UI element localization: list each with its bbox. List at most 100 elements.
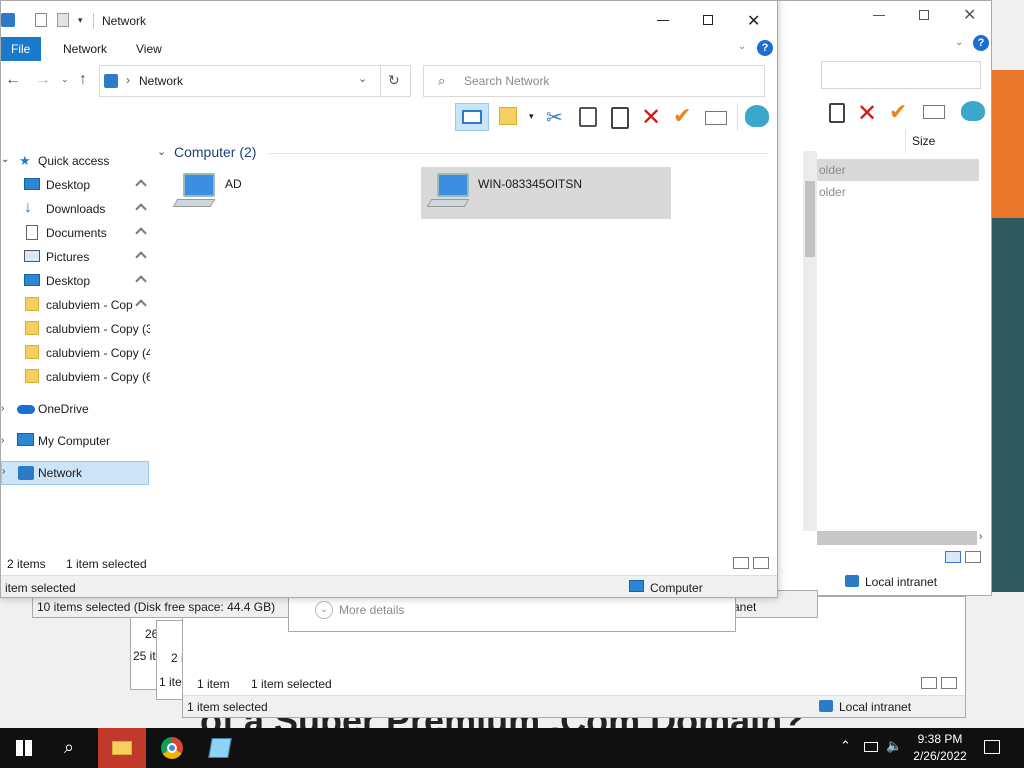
- computer-tile-win[interactable]: WIN-083345OITSN: [421, 167, 671, 219]
- new-item-dropdown-icon[interactable]: ▾: [529, 111, 534, 122]
- nav-item-desktop[interactable]: Desktop: [1, 173, 149, 197]
- details-view-icon[interactable]: [945, 551, 961, 563]
- computer-name: WIN-083345OITSN: [478, 177, 583, 191]
- breadcrumb-network[interactable]: Network: [139, 74, 183, 88]
- help-icon[interactable]: ?: [757, 40, 773, 56]
- list-row[interactable]: older: [817, 159, 979, 181]
- ribbon-tab-view[interactable]: View: [136, 42, 162, 56]
- delete-icon[interactable]: ✕: [641, 103, 661, 132]
- help-icon[interactable]: ?: [973, 35, 989, 51]
- computer-tile-ad[interactable]: AD: [171, 167, 411, 219]
- search-box[interactable]: [821, 61, 981, 89]
- new-item-icon[interactable]: [499, 107, 517, 125]
- up-arrow-icon[interactable]: ↑: [79, 71, 87, 89]
- nav-onedrive[interactable]: OneDrive: [38, 402, 89, 416]
- nav-quick-access[interactable]: Quick access: [38, 154, 109, 168]
- title-bar[interactable]: ▾ Network ✕: [1, 1, 777, 39]
- scrollbar-horizontal[interactable]: [817, 531, 977, 545]
- view-toggle[interactable]: [733, 557, 769, 569]
- volume-icon[interactable]: 🔈: [886, 738, 902, 754]
- ribbon-expand-icon[interactable]: ⌄: [738, 41, 746, 52]
- preview-pane-button[interactable]: [455, 103, 489, 131]
- close-icon[interactable]: ✕: [747, 11, 760, 31]
- search-box[interactable]: ⌕ Search Network: [423, 65, 765, 97]
- cut-icon[interactable]: ✂: [546, 105, 563, 130]
- details-view-icon[interactable]: [733, 557, 749, 569]
- file-explorer-taskbar-button[interactable]: [98, 728, 146, 768]
- rename-icon[interactable]: [705, 111, 727, 125]
- rename-icon[interactable]: [923, 105, 945, 119]
- details-view-icon[interactable]: [921, 677, 937, 689]
- paste-icon[interactable]: [611, 107, 629, 129]
- expand-chevron-icon[interactable]: ⌄: [1, 154, 9, 165]
- nav-item-desktop-2[interactable]: Desktop: [1, 269, 149, 293]
- more-details-panel[interactable]: ⌄ More details: [288, 596, 736, 632]
- network-tray-icon[interactable]: [864, 742, 878, 752]
- view-toggle[interactable]: [945, 551, 981, 563]
- address-dropdown-icon[interactable]: ⌄: [358, 72, 367, 85]
- expand-chevron-icon[interactable]: ›: [2, 466, 5, 477]
- forward-arrow-icon[interactable]: →: [35, 71, 51, 89]
- start-button[interactable]: [0, 728, 48, 768]
- nav-item-folder[interactable]: calubviem - Copy (4: [1, 341, 150, 365]
- nav-item-folder[interactable]: calubviem - Copy (3: [1, 317, 150, 341]
- maximize-button[interactable]: [703, 15, 713, 25]
- large-icons-view-icon[interactable]: [941, 677, 957, 689]
- back-arrow-icon[interactable]: ←: [5, 71, 21, 89]
- checkmark-icon[interactable]: ✔: [673, 103, 691, 129]
- network-explorer-window[interactable]: ▾ Network ✕ File Network View ⌄ ? ← → ⌄ …: [0, 0, 778, 598]
- chevron-down-icon[interactable]: ⌄: [955, 37, 963, 48]
- delete-icon[interactable]: ✕: [857, 99, 877, 128]
- large-icons-view-icon[interactable]: [753, 557, 769, 569]
- properties-icon[interactable]: [35, 13, 47, 27]
- scrollbar-vertical[interactable]: [803, 151, 817, 531]
- app-taskbar-button[interactable]: [196, 728, 244, 768]
- chrome-center: [167, 743, 177, 753]
- right-explorer-window[interactable]: ✕ ⌄ ? ✕ ✔ Size older older › Local intra…: [776, 0, 992, 596]
- folder-icon: [25, 321, 39, 335]
- expand-chevron-icon[interactable]: ›: [1, 403, 4, 414]
- expand-chevron-icon[interactable]: ›: [1, 435, 4, 446]
- scroll-right-arrow[interactable]: ›: [979, 531, 982, 542]
- column-header-size[interactable]: Size: [905, 129, 977, 153]
- notifications-icon[interactable]: [984, 740, 1000, 754]
- scrollbar-thumb[interactable]: [805, 181, 815, 257]
- nav-item-network[interactable]: › Network: [1, 461, 149, 485]
- group-header[interactable]: Computer (2): [174, 144, 256, 160]
- nav-item-pictures[interactable]: Pictures: [1, 245, 149, 269]
- more-details-label[interactable]: More details: [339, 603, 404, 617]
- group-collapse-icon[interactable]: ⌄: [157, 145, 166, 158]
- row-label: older: [819, 185, 846, 199]
- view-toggle[interactable]: [921, 677, 957, 689]
- shell-icon[interactable]: [745, 105, 769, 127]
- copy-icon[interactable]: [579, 107, 597, 127]
- checkmark-icon[interactable]: ✔: [889, 99, 907, 125]
- nav-item-folder[interactable]: calubviem - Copy (6: [1, 365, 150, 389]
- minimize-button[interactable]: [657, 20, 669, 21]
- status-left-text: 1 item selected: [187, 700, 268, 714]
- ribbon-tab-network[interactable]: Network: [63, 42, 107, 56]
- chrome-taskbar-button[interactable]: [148, 728, 196, 768]
- minimize-button[interactable]: [873, 15, 885, 16]
- maximize-button[interactable]: [919, 10, 929, 20]
- show-hidden-icons-chevron[interactable]: ⌃: [840, 738, 851, 754]
- bottom-status-bar: item selected Computer: [1, 575, 777, 597]
- ribbon-tab-file[interactable]: File: [1, 37, 41, 61]
- shell-icon[interactable]: [961, 101, 985, 121]
- search-button[interactable]: ⌕: [48, 728, 96, 768]
- address-bar[interactable]: › Network ⌄ ↻: [99, 65, 411, 97]
- clipboard-icon[interactable]: [829, 103, 845, 123]
- nav-item-documents[interactable]: Documents: [1, 221, 149, 245]
- nav-my-computer[interactable]: My Computer: [38, 434, 110, 448]
- recent-locations-icon[interactable]: ⌄: [61, 74, 69, 85]
- refresh-icon[interactable]: ↻: [388, 72, 400, 89]
- large-icons-view-icon[interactable]: [965, 551, 981, 563]
- chevron-circle-icon[interactable]: ⌄: [315, 601, 333, 619]
- clock[interactable]: 9:38 PM 2/26/2022: [906, 728, 974, 768]
- nav-item-downloads[interactable]: ↓ Downloads: [1, 197, 149, 221]
- list-row[interactable]: older: [817, 181, 979, 203]
- close-icon[interactable]: ✕: [963, 5, 976, 25]
- quick-access-dropdown-icon[interactable]: ▾: [78, 15, 83, 26]
- nav-item-folder[interactable]: calubviem - Cop: [1, 293, 149, 317]
- new-folder-icon[interactable]: [57, 13, 69, 27]
